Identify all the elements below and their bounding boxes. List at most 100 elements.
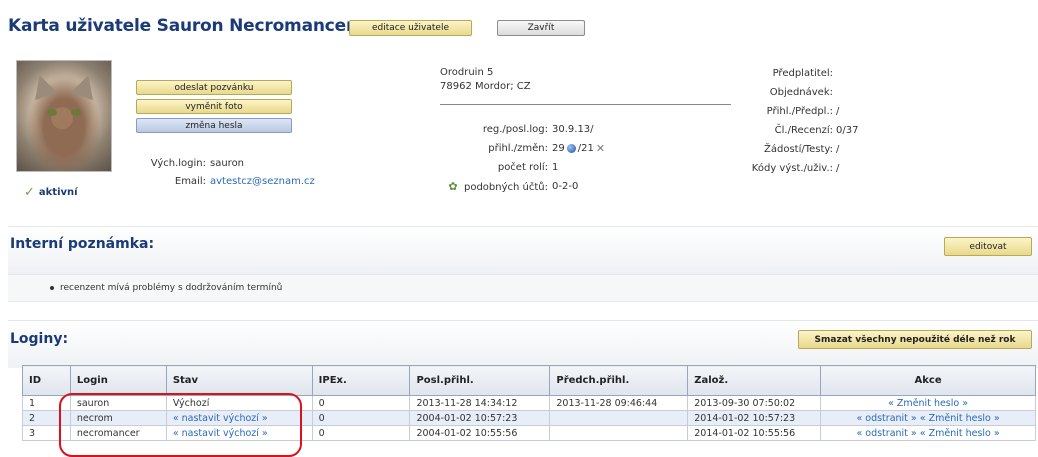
- cell-last-login: 2013-11-28 14:34:12: [409, 395, 551, 411]
- sub-codes-key: Kódy výst./uživ.:: [751, 163, 833, 174]
- subscription-info: Předplatitel: Objednávek: Přihl./Předpl.…: [720, 64, 860, 178]
- email-row: Email: avtestcz@seznam.cz: [134, 172, 334, 190]
- cell-last-login: 2004-01-02 10:57:23: [409, 410, 551, 426]
- col-actions: Akce: [820, 365, 1036, 396]
- note-text: recenzent mívá problémy s dodržováním te…: [60, 283, 283, 293]
- cell-created: 2014-01-02 10:57:23: [687, 410, 822, 426]
- profile-actions: odeslat pozvánku vyměnit foto změna hesl…: [136, 80, 292, 137]
- page-title: Karta uživatele Sauron Necromancer: [8, 16, 355, 36]
- sub-subscriber: Předplatitel:: [720, 64, 860, 83]
- stat-similar-key-label: podobných účtů:: [463, 182, 548, 193]
- stat-logins-key: přihl./změn:: [488, 143, 548, 154]
- cell-actions[interactable]: « odstranit » « Změnit heslo »: [820, 410, 1036, 426]
- globe-icon[interactable]: [566, 144, 576, 153]
- email-key: Email:: [174, 175, 206, 187]
- address-line2: 78962 Mordor; CZ: [440, 81, 531, 92]
- sub-subs-key: Přihl./Předpl.:: [766, 106, 833, 117]
- avatar: [16, 60, 112, 172]
- stat-roles-value: 1: [552, 162, 559, 173]
- set-default-link[interactable]: « nastavit výchozí »: [165, 425, 313, 441]
- gear-icon[interactable]: ✿: [448, 180, 457, 193]
- col-status[interactable]: Stav: [165, 365, 313, 396]
- cell-prev-login: [549, 410, 689, 426]
- internal-note-header: [8, 226, 1038, 274]
- card-header: Karta uživatele Sauron Necromancer: [8, 15, 354, 37]
- cell-created: 2013-09-30 07:50:02: [687, 395, 822, 411]
- col-id[interactable]: ID: [22, 365, 71, 396]
- avatar-eye-right: [71, 109, 81, 116]
- sub-codes-value: /: [836, 163, 840, 174]
- edit-user-button[interactable]: editace uživatele: [349, 20, 472, 36]
- table-row: 3 necromancer « nastavit výchozí » 0 200…: [22, 425, 1036, 441]
- cell-actions[interactable]: « odstranit » « Změnit heslo »: [820, 425, 1036, 441]
- avatar-ear-left: [28, 71, 58, 101]
- active-status: ✓ aktivní: [24, 186, 78, 199]
- account-stats: reg./posl.log: 30.9.13/ přihl./změn: 29 …: [440, 120, 740, 196]
- cell-login: sauron: [69, 395, 167, 411]
- note-item: recenzent mívá problémy s dodržováním te…: [50, 283, 282, 293]
- table-header-row: ID Login Stav IPEx. Posl.přihl. Předch.p…: [22, 365, 1036, 396]
- login-info: Vých.login: sauron Email: avtestcz@sezna…: [134, 154, 334, 190]
- tools-icon[interactable]: ✕: [596, 142, 605, 155]
- sub-subscriber-key: Předplatitel:: [772, 68, 833, 79]
- cell-created: 2014-01-02 10:55:56: [687, 425, 822, 441]
- sub-requests-key: Žádostí/Testy:: [764, 144, 833, 155]
- stat-roles-key: počet rolí:: [497, 162, 548, 173]
- email-link[interactable]: avtestcz@seznam.cz: [210, 176, 315, 187]
- default-login-key: Vých.login:: [150, 157, 206, 169]
- stat-registration: reg./posl.log: 30.9.13/: [440, 120, 740, 139]
- cell-id: 2: [22, 410, 71, 426]
- cell-ipex: 0: [311, 410, 411, 426]
- col-created[interactable]: Založ.: [687, 365, 822, 396]
- cell-last-login: 2004-01-02 10:55:56: [409, 425, 551, 441]
- user-card-page: Karta uživatele Sauron Necromancer edita…: [0, 0, 1038, 457]
- sub-requests-value: /: [836, 144, 840, 155]
- cell-status: Výchozí: [165, 395, 313, 411]
- active-label: aktivní: [38, 187, 78, 198]
- login-count: 29: [552, 143, 565, 154]
- address-line1: Orodruin 5: [440, 67, 494, 78]
- cell-login: necromancer: [69, 425, 167, 441]
- stat-roles: počet rolí: 1: [440, 158, 740, 177]
- set-default-link[interactable]: « nastavit výchozí »: [165, 410, 313, 426]
- send-invite-button[interactable]: odeslat pozvánku: [136, 80, 292, 95]
- cell-actions[interactable]: « Změnit heslo »: [820, 395, 1036, 411]
- delete-unused-logins-button[interactable]: Smazat všechny nepoužité déle než rok: [798, 330, 1032, 349]
- stat-similar-key: ✿ podobných účtů:: [440, 180, 552, 193]
- change-photo-button[interactable]: vyměnit foto: [136, 99, 292, 114]
- avatar-ear-right: [70, 71, 100, 101]
- cell-ipex: 0: [311, 395, 411, 411]
- check-icon: ✓: [24, 185, 35, 200]
- cell-login: necrom: [69, 410, 167, 426]
- table-row: 2 necrom « nastavit výchozí » 0 2004-01-…: [22, 410, 1036, 426]
- sub-requests: Žádostí/Testy: /: [720, 140, 860, 159]
- close-button[interactable]: Zavřít: [497, 20, 585, 36]
- col-login[interactable]: Login: [69, 365, 167, 396]
- stat-registration-value: 30.9.13/: [552, 124, 594, 135]
- col-prev-login[interactable]: Předch.přihl.: [549, 365, 689, 396]
- stat-similar-value: 0-2-0: [552, 181, 579, 192]
- sub-subs-value: /: [836, 106, 840, 117]
- col-ipex[interactable]: IPEx.: [311, 365, 411, 396]
- change-password-button[interactable]: změna hesla: [136, 118, 292, 133]
- sub-articles-value: 0/37: [836, 125, 859, 136]
- stat-similar-accounts: ✿ podobných účtů: 0-2-0: [440, 177, 740, 196]
- table-row: 1 sauron Výchozí 0 2013-11-28 14:34:12 2…: [22, 395, 1036, 411]
- default-login-row: Vých.login: sauron: [134, 154, 334, 172]
- stat-logins-value: 29 /21 ✕: [552, 142, 605, 155]
- avatar-eye-left: [47, 109, 57, 116]
- change-count: /21: [577, 143, 594, 154]
- col-last-login[interactable]: Posl.přihl.: [409, 365, 551, 396]
- address-divider: [440, 104, 731, 105]
- cell-id: 3: [22, 425, 71, 441]
- stat-registration-key: reg./posl.log:: [482, 124, 548, 135]
- logins-table: ID Login Stav IPEx. Posl.přihl. Předch.p…: [22, 365, 1036, 441]
- logins-title: Loginy:: [10, 331, 69, 347]
- internal-note-title: Interní poznámka:: [10, 236, 155, 252]
- sub-articles: Čl./Recenzí: 0/37: [720, 121, 860, 140]
- stat-logins: přihl./změn: 29 /21 ✕: [440, 139, 740, 158]
- cell-prev-login: [549, 425, 689, 441]
- sub-subs: Přihl./Předpl.: /: [720, 102, 860, 121]
- cell-id: 1: [22, 395, 71, 411]
- edit-note-button[interactable]: editovat: [944, 237, 1032, 256]
